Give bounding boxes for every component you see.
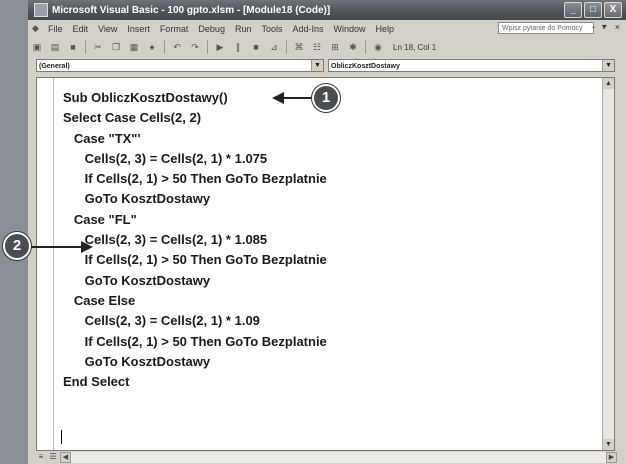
close-button[interactable]: X [604, 2, 622, 18]
window-title: Microsoft Visual Basic - 100 gpto.xlsm -… [52, 4, 331, 16]
toolbar-separator [286, 40, 287, 54]
cut-icon[interactable]: ✂ [92, 41, 104, 53]
break-icon[interactable]: ∥ [232, 41, 244, 53]
design-mode-icon[interactable]: ⊿ [268, 41, 280, 53]
code-line[interactable]: Case "FL" [63, 210, 327, 230]
code-line[interactable]: Select Case Cells(2, 2) [63, 108, 327, 128]
menu-format[interactable]: Format [160, 24, 189, 34]
toolbar-separator [164, 40, 165, 54]
minimize-button[interactable]: _ [564, 2, 582, 18]
vertical-scrollbar[interactable]: ▲ ▼ [602, 78, 614, 450]
maximize-button[interactable]: □ [584, 2, 602, 18]
text-cursor [61, 430, 62, 444]
help-search-input[interactable]: Wpisz pytanie do Pomocy [498, 22, 594, 34]
standard-toolbar: ▣ ▤ ■ ✂ ❐ ▦ ♠ ↶ ↷ ▶ ∥ ■ ⊿ ⌘ ☷ ⊞ ✱ ◉ Ln 1… [28, 37, 626, 57]
full-module-view-icon[interactable]: ☰ [48, 452, 58, 462]
object-browser-icon[interactable]: ⊞ [329, 41, 341, 53]
view-excel-icon[interactable]: ▣ [31, 41, 43, 53]
code-line[interactable]: Cells(2, 3) = Cells(2, 1) * 1.075 [63, 149, 327, 169]
menu-view[interactable]: View [98, 24, 117, 34]
undo-icon[interactable]: ↶ [171, 41, 183, 53]
code-line[interactable]: GoTo KosztDostawy [63, 189, 327, 209]
code-editor[interactable]: Sub ObliczKosztDostawy() Select Case Cel… [36, 77, 615, 451]
code-line[interactable]: GoTo KosztDostawy [63, 271, 327, 291]
mdi-window-controls[interactable]: - ♂ × [592, 22, 622, 32]
menu-grip-icon: ◆ [32, 23, 39, 33]
menu-tools[interactable]: Tools [261, 24, 282, 34]
menu-add-ins[interactable]: Add-Ins [292, 24, 323, 34]
code-line[interactable]: If Cells(2, 1) > 50 Then GoTo Bezplatnie [63, 250, 327, 270]
code-line[interactable]: Cells(2, 3) = Cells(2, 1) * 1.09 [63, 311, 327, 331]
callout-2-arrowhead [81, 241, 93, 253]
menu-help[interactable]: Help [376, 24, 395, 34]
toolbar-separator [365, 40, 366, 54]
insert-module-icon[interactable]: ▤ [49, 41, 61, 53]
scroll-left-icon[interactable]: ◀ [60, 452, 71, 463]
paste-icon[interactable]: ▦ [128, 41, 140, 53]
title-bar: Microsoft Visual Basic - 100 gpto.xlsm -… [28, 0, 626, 20]
properties-icon[interactable]: ☷ [311, 41, 323, 53]
toolbar-separator [85, 40, 86, 54]
menu-debug[interactable]: Debug [198, 24, 225, 34]
code-line[interactable]: If Cells(2, 1) > 50 Then GoTo Bezplatnie [63, 169, 327, 189]
code-combos: (General) ▼ ObliczKosztDostawy ▼ [28, 59, 626, 74]
bottom-bar: ≡ ☰ ◀ ▶ [28, 451, 626, 464]
toolbox-icon[interactable]: ✱ [347, 41, 359, 53]
code-line[interactable]: If Cells(2, 1) > 50 Then GoTo Bezplatnie [63, 332, 327, 352]
toolbar-separator [207, 40, 208, 54]
vbe-window: Microsoft Visual Basic - 100 gpto.xlsm -… [28, 0, 626, 464]
vba-app-icon [34, 3, 48, 17]
project-explorer-icon[interactable]: ⌘ [293, 41, 305, 53]
callout-1-line [282, 97, 314, 99]
redo-icon[interactable]: ↷ [189, 41, 201, 53]
menu-bar: ◆ File Edit View Insert Format Debug Run… [28, 20, 626, 37]
menu-window[interactable]: Window [334, 24, 366, 34]
code-lines: Sub ObliczKosztDostawy() Select Case Cel… [63, 88, 327, 392]
scroll-right-icon[interactable]: ▶ [606, 452, 617, 463]
procedure-view-icon[interactable]: ≡ [36, 452, 46, 462]
horizontal-scrollbar[interactable] [71, 452, 606, 463]
chevron-down-icon[interactable]: ▼ [311, 60, 323, 71]
code-line[interactable]: End Select [63, 372, 327, 392]
menu-run[interactable]: Run [235, 24, 252, 34]
reset-icon[interactable]: ■ [250, 41, 262, 53]
object-combo[interactable]: (General) ▼ [36, 59, 324, 72]
code-line[interactable]: Case Else [63, 291, 327, 311]
code-line[interactable]: Cells(2, 3) = Cells(2, 1) * 1.085 [63, 230, 327, 250]
save-icon[interactable]: ■ [67, 41, 79, 53]
copy-icon[interactable]: ❐ [110, 41, 122, 53]
help-icon[interactable]: ◉ [372, 41, 384, 53]
callout-1: 1 [312, 84, 340, 112]
menu-insert[interactable]: Insert [127, 24, 150, 34]
callout-2-line [31, 246, 83, 248]
chevron-down-icon[interactable]: ▼ [602, 60, 614, 71]
object-combo-value: (General) [39, 63, 70, 70]
cursor-position: Ln 18, Col 1 [393, 42, 437, 52]
callout-2: 2 [3, 232, 31, 260]
procedure-combo-value: ObliczKosztDostawy [331, 63, 400, 70]
margin-indicator-bar[interactable] [53, 78, 54, 450]
code-line[interactable]: Case "TX"' [63, 129, 327, 149]
procedure-combo[interactable]: ObliczKosztDostawy ▼ [328, 59, 615, 72]
scroll-up-icon[interactable]: ▲ [603, 78, 614, 89]
find-icon[interactable]: ♠ [146, 41, 158, 53]
menu-file[interactable]: File [48, 24, 63, 34]
menu-edit[interactable]: Edit [73, 24, 89, 34]
scroll-down-icon[interactable]: ▼ [603, 439, 614, 450]
code-line[interactable]: GoTo KosztDostawy [63, 352, 327, 372]
run-icon[interactable]: ▶ [214, 41, 226, 53]
